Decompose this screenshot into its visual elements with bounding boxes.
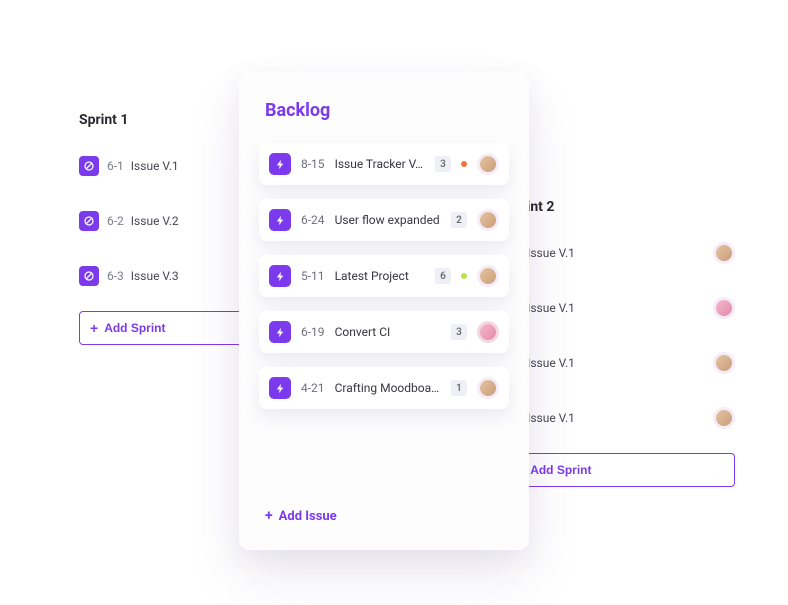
bolt-icon [269, 209, 291, 231]
issue-code: 6-2 [107, 214, 124, 228]
issue-name: Issue Tracker V.01 [335, 157, 425, 171]
status-dot [461, 273, 467, 279]
issue-count: 2 [451, 212, 467, 228]
assignee-avatar [713, 242, 735, 264]
issue-name: Issue V.3 [131, 269, 179, 283]
issue-name: Issue V.1 [527, 246, 575, 260]
issue-count: 3 [435, 156, 451, 172]
add-sprint-button[interactable]: + Add Sprint [505, 453, 735, 487]
issue-name: Issue V.1 [131, 159, 179, 173]
sprint2-item[interactable]: -9 Issue V.1 [505, 233, 735, 273]
assignee-avatar [713, 407, 735, 429]
assignee-avatar [477, 265, 499, 287]
assignee-avatar [477, 377, 499, 399]
issue-code: 8-15 [301, 157, 325, 171]
bolt-icon [269, 265, 291, 287]
sprint2-item[interactable]: -9 Issue V.1 [505, 343, 735, 383]
bolt-icon [269, 153, 291, 175]
bolt-icon [269, 377, 291, 399]
issue-count: 3 [451, 324, 467, 340]
issue-count: 6 [435, 268, 451, 284]
add-issue-label: Add Issue [279, 509, 337, 524]
blocked-icon [79, 211, 99, 231]
backlog-issue[interactable]: 6-19 Convert CI 3 [259, 311, 509, 353]
sprint2-title: Sprint 2 [505, 199, 735, 215]
issue-code: 6-1 [107, 159, 124, 173]
issue-name: Issue V.1 [527, 356, 575, 370]
add-sprint-label: Add Sprint [530, 463, 591, 477]
issue-code: 6-19 [301, 325, 325, 339]
issue-name: Convert CI [335, 325, 441, 339]
issue-name: User flow expanded [335, 213, 441, 227]
sprint2-item[interactable]: -9 Issue V.1 [505, 288, 735, 328]
issue-count: 1 [451, 380, 467, 396]
status-dot [461, 161, 467, 167]
backlog-issue[interactable]: 5-11 Latest Project 6 [259, 255, 509, 297]
assignee-avatar [477, 153, 499, 175]
add-issue-button[interactable]: + Add Issue [265, 508, 337, 524]
backlog-title: Backlog [265, 100, 509, 121]
backlog-panel: Backlog 8-15 Issue Tracker V.01 3 6-24 U… [239, 72, 529, 550]
blocked-icon [79, 156, 99, 176]
add-sprint-label: Add Sprint [104, 321, 165, 335]
issue-name: Issue V.1 [527, 411, 575, 425]
plus-icon: + [265, 508, 273, 524]
blocked-icon [79, 266, 99, 286]
issue-code: 6-3 [107, 269, 124, 283]
sprint2-item[interactable]: -9 Issue V.1 [505, 398, 735, 438]
issue-code: 6-24 [301, 213, 325, 227]
backlog-issue[interactable]: 4-21 Crafting Moodboard 1 [259, 367, 509, 409]
issue-name: Latest Project [335, 269, 425, 283]
assignee-avatar [713, 352, 735, 374]
issue-name: Issue V.2 [131, 214, 179, 228]
backlog-issue[interactable]: 6-24 User flow expanded 2 [259, 199, 509, 241]
assignee-avatar [713, 297, 735, 319]
board-canvas: Sprint 1 6-1 Issue V.1 6-2 Issue V.2 [0, 0, 788, 605]
assignee-avatar [477, 209, 499, 231]
assignee-avatar [477, 321, 499, 343]
backlog-issue[interactable]: 8-15 Issue Tracker V.01 3 [259, 143, 509, 185]
sprint2-column: Sprint 2 -9 Issue V.1 -9 Issue V.1 -9 Is… [505, 199, 735, 487]
bolt-icon [269, 321, 291, 343]
issue-name: Crafting Moodboard [335, 381, 441, 395]
issue-code: 5-11 [301, 269, 325, 283]
issue-name: Issue V.1 [527, 301, 575, 315]
plus-icon: + [90, 320, 98, 336]
issue-code: 4-21 [301, 381, 325, 395]
